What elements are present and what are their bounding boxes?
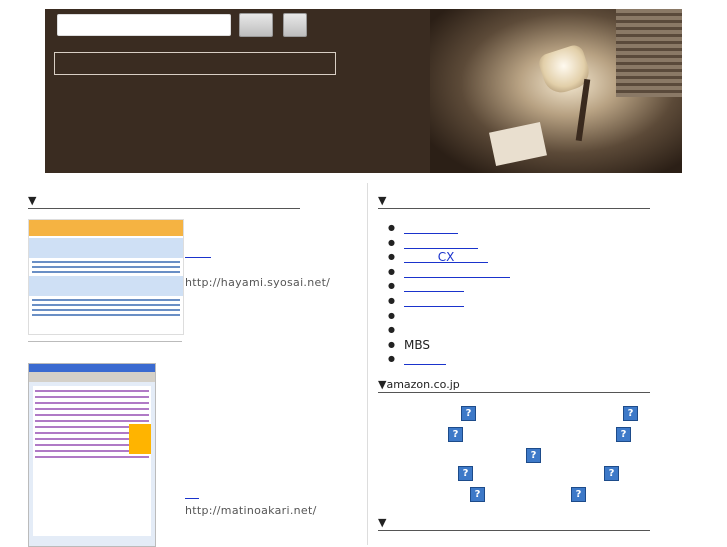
column-divider xyxy=(367,183,368,545)
list-item[interactable] xyxy=(378,236,510,251)
list-item[interactable]: CX xyxy=(378,250,510,265)
site-title-box xyxy=(54,52,336,75)
site-thumbnail-2[interactable] xyxy=(28,363,156,547)
question-image-icon[interactable]: ? xyxy=(604,466,619,481)
paper-graphic xyxy=(489,121,547,167)
site-thumbnail-1[interactable] xyxy=(28,219,184,335)
list-item[interactable] xyxy=(378,294,510,309)
list-item[interactable] xyxy=(378,279,510,294)
search-input[interactable] xyxy=(57,14,231,36)
lamp-stem-graphic xyxy=(575,78,591,142)
header-photo xyxy=(430,9,682,173)
link-list: CX MBS xyxy=(378,221,510,367)
thumbnail-divider xyxy=(28,341,182,342)
section-heading-amazon: ▼amazon.co.jp xyxy=(378,379,650,393)
list-item[interactable] xyxy=(378,265,510,280)
section-heading-right-1: ▼ xyxy=(378,195,650,209)
left-column: ▼ http://hayami.syosai.net/ http://matin… xyxy=(28,195,330,547)
blinds-graphic xyxy=(616,9,682,97)
site-link-2[interactable] xyxy=(185,498,199,499)
question-image-icon[interactable]: ? xyxy=(526,448,541,463)
list-item xyxy=(378,309,510,324)
site-url-2: http://matinoakari.net/ xyxy=(185,504,317,517)
section-heading-right-3: ▼ xyxy=(378,517,650,531)
site-header xyxy=(45,9,682,173)
question-image-icon[interactable]: ? xyxy=(458,466,473,481)
list-item[interactable] xyxy=(378,352,510,367)
list-item: MBS xyxy=(378,338,510,353)
right-column: ▼ CX MBS ▼amazon.co.jp ? ? ? ? ? ? ? ? ?… xyxy=(378,195,650,531)
question-image-icon[interactable]: ? xyxy=(616,427,631,442)
search-button[interactable] xyxy=(239,13,273,37)
section-heading-left: ▼ xyxy=(28,195,300,209)
options-button[interactable] xyxy=(283,13,307,37)
question-image-icon[interactable]: ? xyxy=(623,406,638,421)
question-image-icon[interactable]: ? xyxy=(571,487,586,502)
question-image-icon[interactable]: ? xyxy=(448,427,463,442)
question-image-icon[interactable]: ? xyxy=(470,487,485,502)
question-image-icon[interactable]: ? xyxy=(461,406,476,421)
site-url-1: http://hayami.syosai.net/ xyxy=(185,276,331,289)
list-item[interactable] xyxy=(378,221,510,236)
list-item xyxy=(378,323,510,338)
site-link-1[interactable] xyxy=(185,257,211,258)
